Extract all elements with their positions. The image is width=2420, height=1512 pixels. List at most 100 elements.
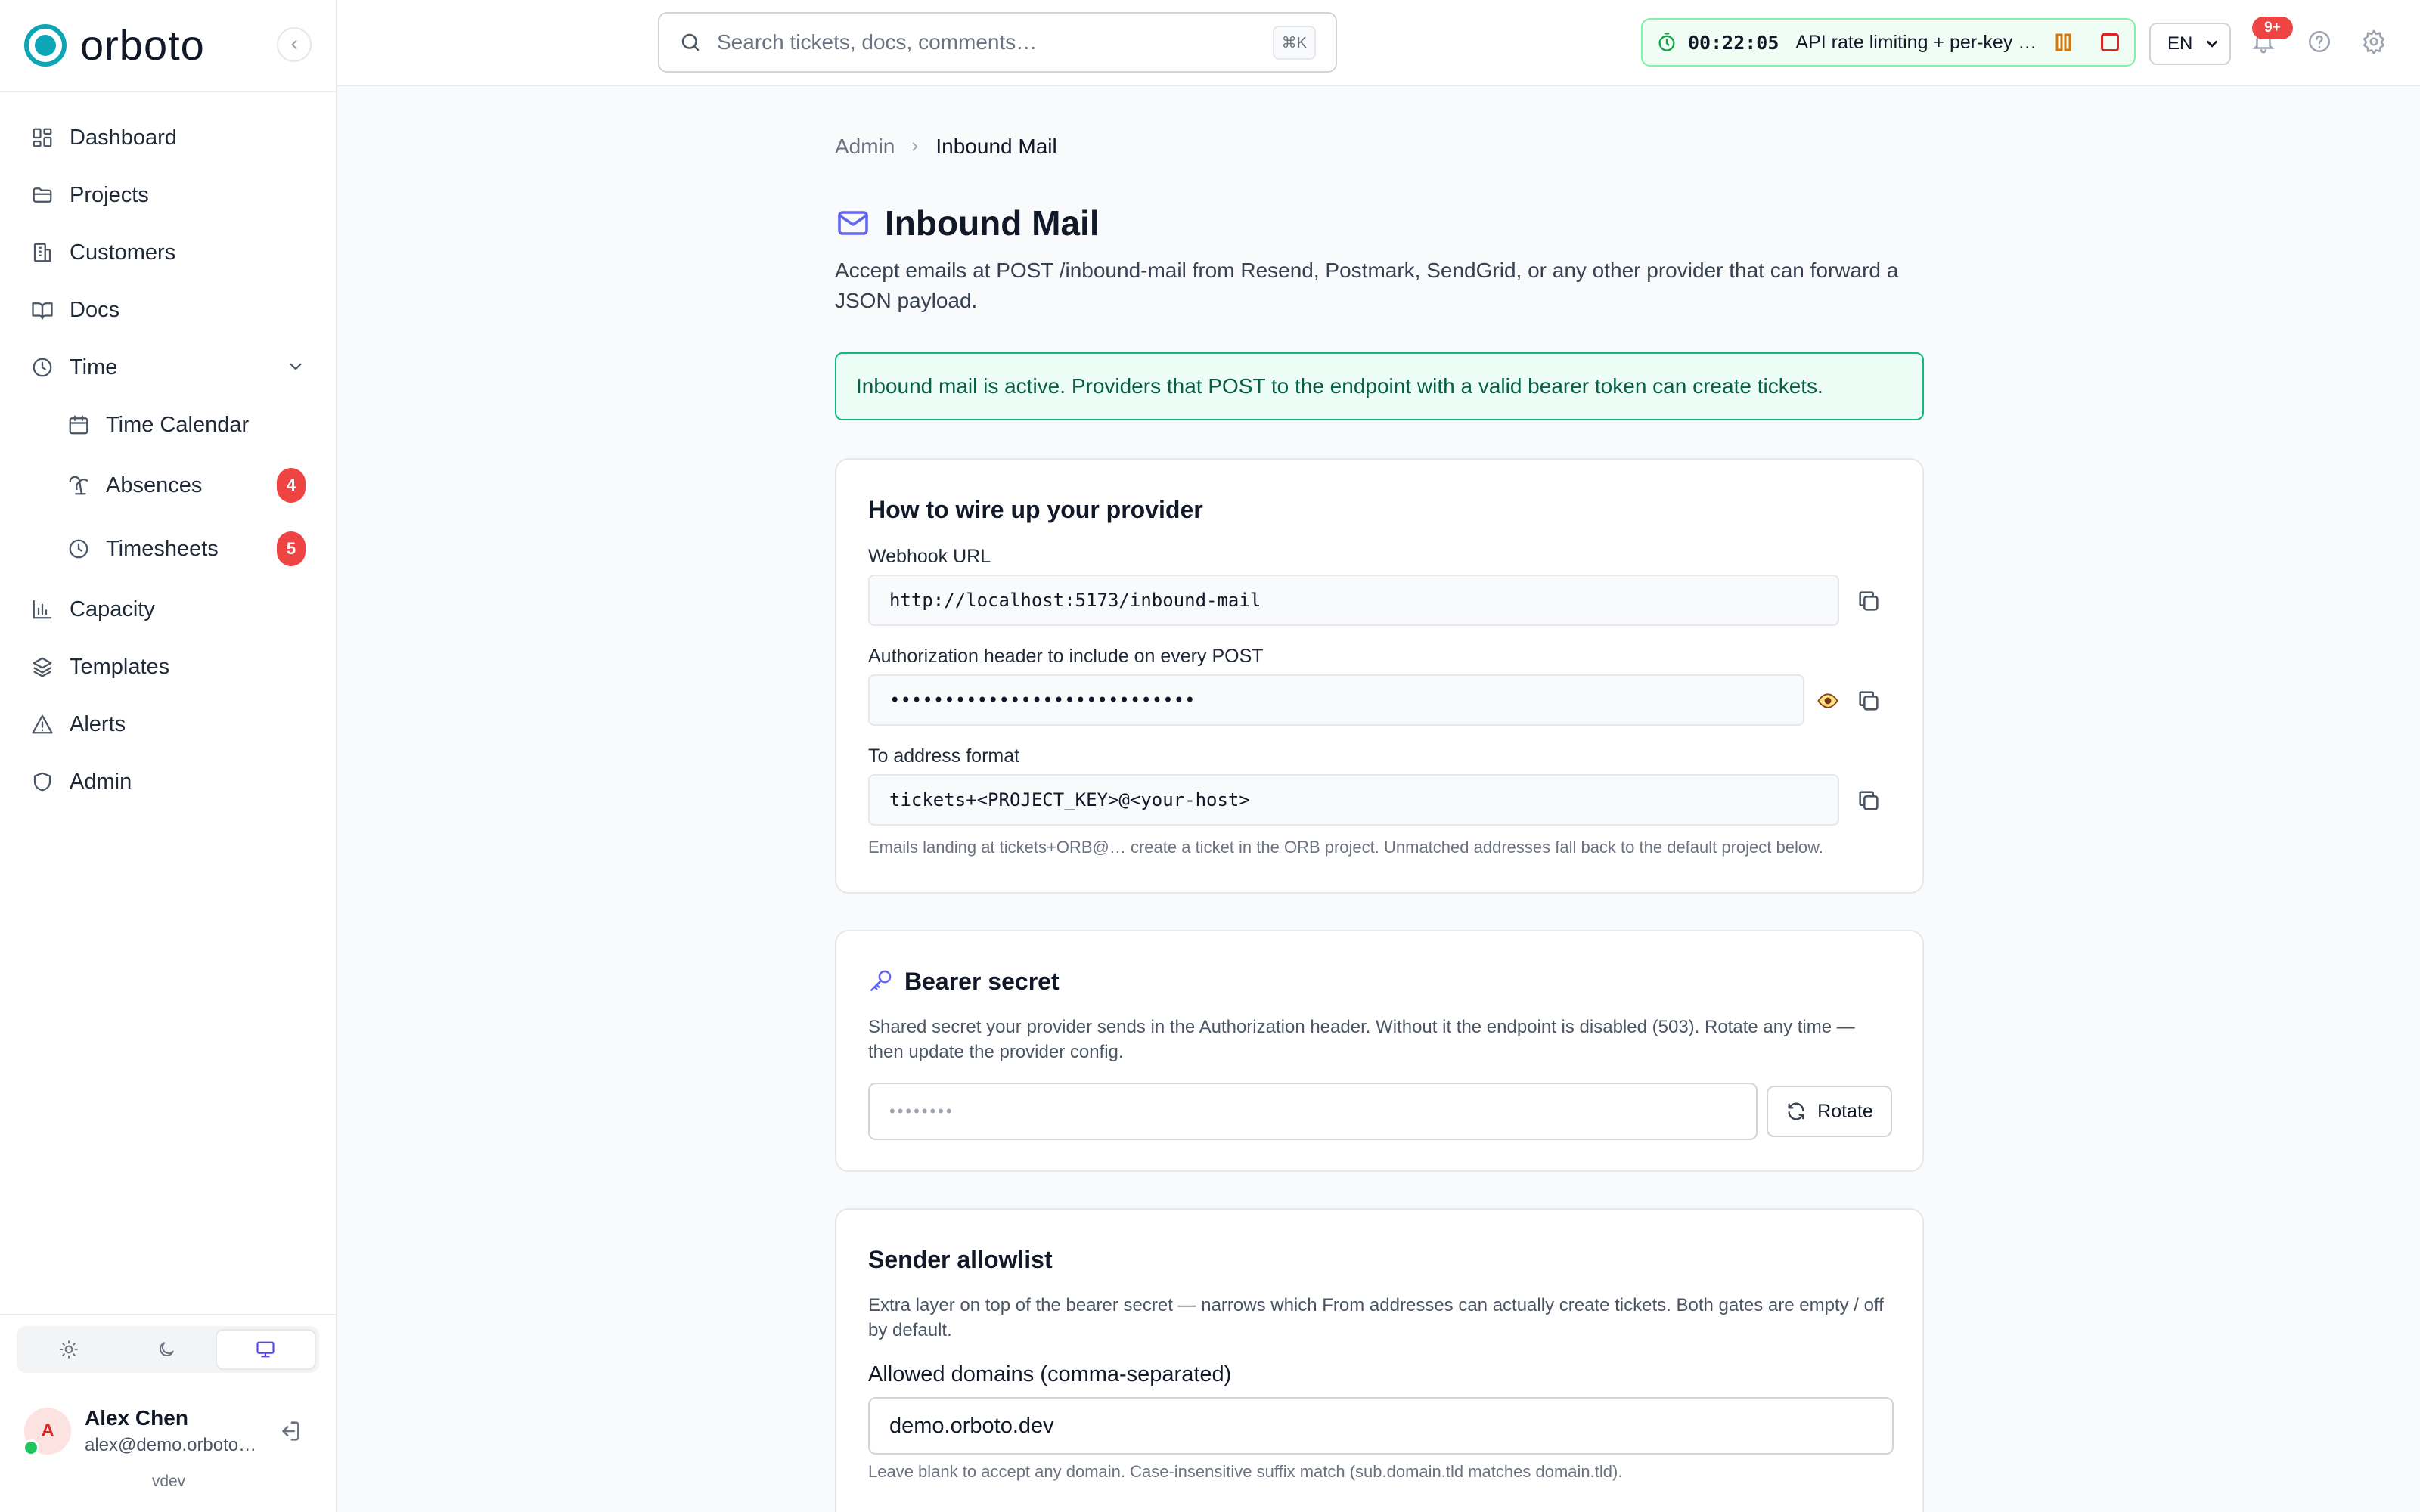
- bar-chart-icon: [30, 597, 54, 621]
- sidebar-item-label: Time: [70, 355, 118, 380]
- logo[interactable]: orboto: [24, 24, 205, 67]
- building-icon: [30, 240, 54, 265]
- layers-icon: [30, 655, 54, 679]
- help-icon[interactable]: [2307, 29, 2332, 54]
- dashboard-icon: [30, 125, 54, 150]
- running-timer[interactable]: 00:22:05 API rate limiting + per-key quo…: [1641, 18, 2136, 67]
- sidebar-item-docs[interactable]: Docs: [30, 292, 119, 328]
- stopwatch-icon: [1658, 33, 1675, 51]
- copy-icon[interactable]: [1856, 788, 1882, 813]
- monitor-icon: [256, 1341, 275, 1358]
- moon-icon: [160, 1342, 174, 1356]
- page-title: Inbound Mail: [885, 203, 1100, 243]
- sidebar-item-time-calendar[interactable]: Time Calendar: [67, 407, 249, 443]
- sender-allowlist-card: Sender allowlist Extra layer on top of t…: [835, 1208, 1924, 1512]
- calendar-icon: [67, 413, 91, 437]
- copy-icon[interactable]: [1856, 688, 1882, 714]
- card-title: Sender allowlist: [868, 1246, 1053, 1273]
- dark-theme-button[interactable]: [117, 1329, 215, 1370]
- sidebar-item-label: Time Calendar: [106, 412, 250, 437]
- theme-switcher: [17, 1326, 319, 1373]
- sidebar-item-admin[interactable]: Admin: [30, 764, 132, 800]
- light-theme-button[interactable]: [20, 1329, 117, 1370]
- sidebar-divider: [0, 1314, 336, 1315]
- sidebar-item-label: Docs: [70, 297, 120, 322]
- sidebar-item-customers[interactable]: Customers: [30, 234, 175, 271]
- sidebar-item-absences[interactable]: Absences: [67, 467, 307, 503]
- to-address-hint: Emails landing at tickets+ORB@… create a…: [868, 838, 1823, 857]
- bearer-secret-description: Shared secret your provider sends in the…: [868, 1017, 1855, 1062]
- page-header: Inbound Mail: [835, 203, 1100, 243]
- absences-count-badge: 4: [277, 468, 306, 503]
- eye-icon[interactable]: [1817, 689, 1839, 712]
- search-input[interactable]: Search tickets, docs, comments… ⌘K: [658, 12, 1337, 73]
- allowlist-description: Extra layer on top of the bearer secret …: [868, 1295, 1884, 1340]
- sidebar-item-label: Customers: [70, 240, 176, 265]
- sidebar-item-label: Capacity: [70, 596, 155, 621]
- chevron-down-icon[interactable]: [286, 357, 306, 376]
- breadcrumb-current: Inbound Mail: [935, 135, 1057, 158]
- sidebar-item-label: Absences: [106, 472, 203, 497]
- shield-icon: [30, 770, 54, 794]
- sidebar-divider: [0, 91, 336, 92]
- rotate-label: Rotate: [1817, 1100, 1873, 1122]
- mail-icon: [838, 211, 868, 235]
- logo-mark-icon: [24, 24, 67, 67]
- sidebar-item-label: Dashboard: [70, 125, 177, 150]
- collapse-sidebar-button[interactable]: [277, 27, 312, 62]
- pause-icon[interactable]: [2055, 33, 2072, 52]
- copy-icon[interactable]: [1856, 588, 1882, 614]
- rotate-secret-button[interactable]: Rotate: [1767, 1086, 1892, 1137]
- webhook-url-field[interactable]: http://localhost:5173/inbound-mail: [868, 575, 1839, 626]
- search-icon: [681, 33, 700, 51]
- clock-icon: [30, 355, 54, 380]
- gear-icon[interactable]: [2361, 29, 2387, 54]
- to-address-field[interactable]: tickets+<PROJECT_KEY>@<your-host>: [868, 774, 1839, 826]
- sidebar-item-dashboard[interactable]: Dashboard: [30, 119, 177, 156]
- sun-icon: [59, 1340, 78, 1359]
- allowed-domains-label: Allowed domains (comma-separated): [868, 1362, 1232, 1387]
- wire-up-card: How to wire up your provider Webhook URL…: [835, 458, 1924, 894]
- auth-header-label: Authorization header to include on every…: [868, 646, 1264, 667]
- auth-header-field[interactable]: ••••••••••••••••••••••••••••: [868, 674, 1804, 726]
- app-version: vdev: [151, 1473, 186, 1490]
- sidebar-item-capacity[interactable]: Capacity: [30, 591, 155, 627]
- sidebar-item-templates[interactable]: Templates: [30, 649, 169, 685]
- breadcrumb: Admin Inbound Mail: [835, 135, 1057, 159]
- sidebar-item-projects[interactable]: Projects: [30, 177, 149, 213]
- timesheets-count-badge: 5: [277, 531, 306, 566]
- system-theme-button[interactable]: [215, 1329, 316, 1370]
- sidebar-item-time[interactable]: Time: [30, 349, 117, 386]
- user-email: alex@demo.orboto.dev: [85, 1435, 259, 1455]
- chevron-right-icon: [913, 142, 918, 151]
- stop-timer-button[interactable]: [2101, 33, 2120, 51]
- top-bar: Search tickets, docs, comments… ⌘K 00:22…: [337, 0, 2420, 86]
- logout-icon[interactable]: [277, 1418, 302, 1444]
- sidebar-item-label: Templates: [70, 654, 170, 679]
- allowed-domains-hint: Leave blank to accept any domain. Case-i…: [868, 1462, 1623, 1481]
- breadcrumb-admin-link[interactable]: Admin: [835, 135, 895, 159]
- page-description: Accept emails at POST /inbound-mail from…: [835, 259, 1899, 312]
- allowed-domains-input[interactable]: demo.orboto.dev: [868, 1397, 1894, 1455]
- bearer-secret-input[interactable]: ••••••••: [868, 1083, 1758, 1140]
- sidebar-item-label: Alerts: [70, 711, 126, 736]
- clock-icon: [67, 537, 91, 561]
- refresh-icon: [1788, 1102, 1804, 1120]
- sidebar-item-label: Projects: [70, 182, 149, 207]
- timer-elapsed: 00:22:05: [1688, 31, 1779, 54]
- status-alert: Inbound mail is active. Providers that P…: [835, 352, 1924, 420]
- notification-badge: 9+: [2252, 17, 2293, 39]
- language-select[interactable]: EN: [2149, 23, 2231, 65]
- bearer-secret-card: Bearer secret Shared secret your provide…: [835, 930, 1924, 1172]
- palm-tree-icon: [67, 473, 91, 497]
- card-title: How to wire up your provider: [868, 496, 1203, 523]
- chevron-down-icon: [2207, 40, 2217, 48]
- sidebar-item-alerts[interactable]: Alerts: [30, 706, 126, 742]
- search-placeholder: Search tickets, docs, comments…: [717, 30, 1038, 54]
- user-name: Alex Chen: [85, 1406, 188, 1430]
- timer-task-title: API rate limiting + per-key quotas: [1795, 31, 2045, 53]
- language-value: EN: [2167, 33, 2193, 54]
- brand-name: orboto: [80, 21, 205, 69]
- sidebar-item-label: Admin: [70, 769, 132, 794]
- sidebar-item-timesheets[interactable]: Timesheets: [67, 531, 219, 567]
